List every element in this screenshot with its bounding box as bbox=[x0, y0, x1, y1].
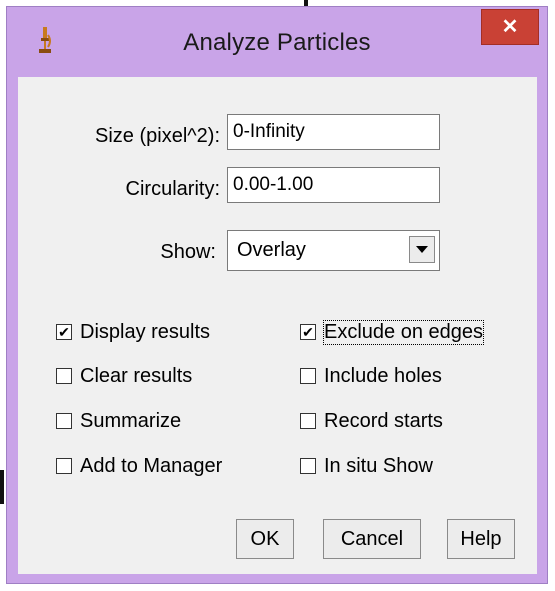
checkbox-box[interactable] bbox=[56, 458, 72, 474]
title-bar[interactable]: Analyze Particles ✕ bbox=[7, 7, 547, 77]
chevron-down-icon bbox=[416, 246, 428, 253]
background-edge bbox=[0, 470, 4, 504]
show-label: Show: bbox=[160, 241, 216, 263]
dropdown-button[interactable] bbox=[409, 236, 435, 263]
help-button[interactable]: Help bbox=[447, 519, 515, 559]
checkbox-label: Summarize bbox=[80, 410, 182, 432]
checkbox-label: Display results bbox=[80, 321, 211, 343]
cancel-button[interactable]: Cancel bbox=[323, 519, 421, 559]
show-dropdown[interactable]: Overlay bbox=[227, 230, 440, 271]
checkbox-box[interactable] bbox=[300, 458, 316, 474]
checkbox-box[interactable] bbox=[56, 368, 72, 384]
close-button[interactable]: ✕ bbox=[481, 9, 539, 45]
checkbox-box[interactable] bbox=[56, 413, 72, 429]
ok-button[interactable]: OK bbox=[236, 519, 294, 559]
checkbox-label: Add to Manager bbox=[80, 455, 223, 477]
checkbox-label: In situ Show bbox=[324, 455, 433, 477]
checkbox-box[interactable]: ✔ bbox=[300, 324, 316, 340]
analyze-particles-dialog: Analyze Particles ✕ Size (pixel^2): 0-In… bbox=[6, 6, 548, 584]
checkbox-label: Include holes bbox=[324, 365, 442, 387]
checkbox-label: Clear results bbox=[80, 365, 193, 387]
dialog-content: Size (pixel^2): 0-Infinity Circularity: … bbox=[18, 77, 537, 574]
size-input[interactable]: 0-Infinity bbox=[227, 114, 440, 150]
window-title: Analyze Particles bbox=[183, 29, 371, 56]
circularity-input[interactable]: 0.00-1.00 bbox=[227, 167, 440, 203]
show-dropdown-value: Overlay bbox=[237, 239, 306, 261]
checkbox-label: Exclude on edges bbox=[322, 320, 485, 345]
circularity-label: Circularity: bbox=[125, 178, 220, 200]
checkbox-box[interactable] bbox=[300, 368, 316, 384]
checkbox-box[interactable] bbox=[300, 413, 316, 429]
checkbox-box[interactable]: ✔ bbox=[56, 324, 72, 340]
checkbox-label: Record starts bbox=[324, 410, 443, 432]
size-label: Size (pixel^2): bbox=[95, 125, 220, 147]
